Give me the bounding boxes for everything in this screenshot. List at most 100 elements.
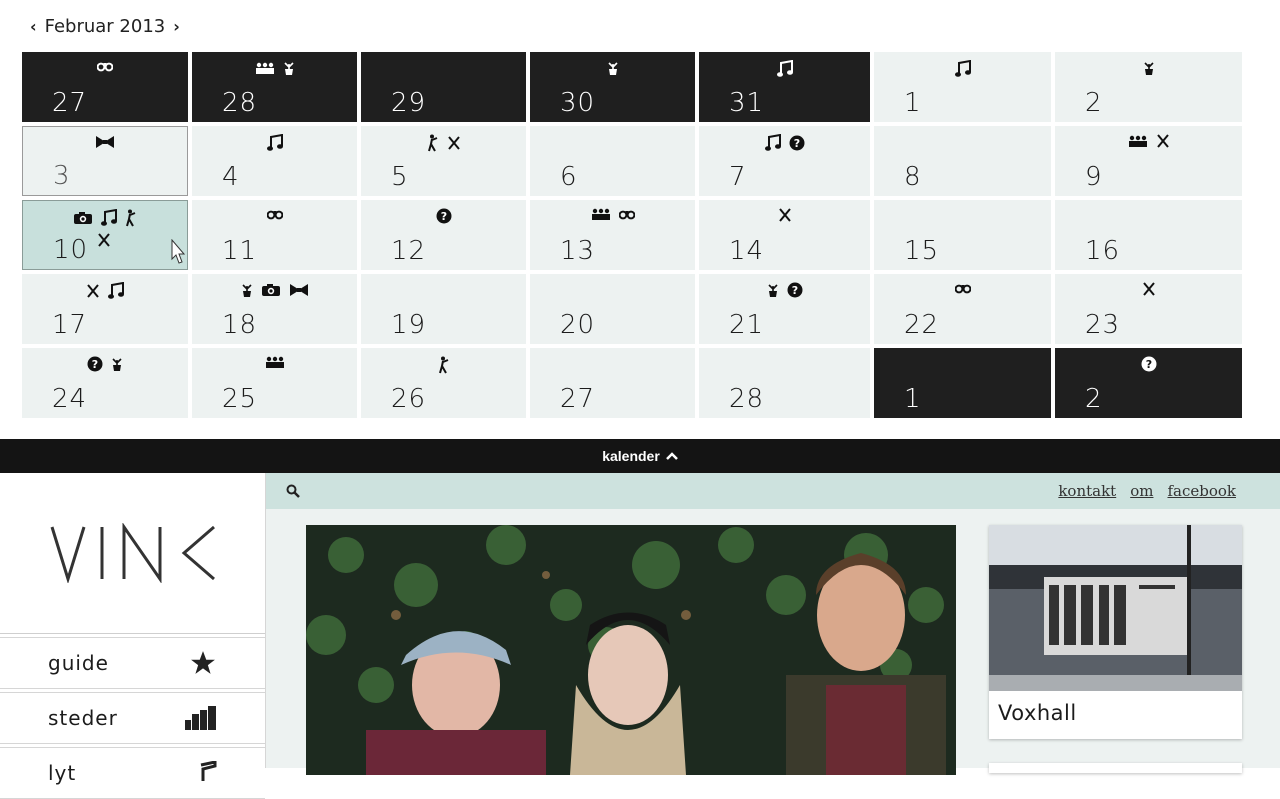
nav-lyt[interactable]: lyt (0, 747, 265, 799)
day-number: 28 (222, 88, 258, 118)
day-number: 3 (53, 161, 71, 191)
svg-text:?: ? (791, 284, 797, 297)
audience-icon (265, 356, 285, 368)
calendar-day[interactable]: 22 (874, 274, 1051, 344)
calendar-day[interactable]: 26 (361, 348, 526, 418)
day-event-icons (874, 60, 1051, 78)
calendar-day[interactable]: 6 (530, 126, 695, 196)
dancer-icon (427, 134, 439, 152)
calendar-day[interactable]: ? 21 (699, 274, 870, 344)
calendar-week: 17 18 19 20? 21 22 23 (22, 274, 1242, 344)
nav-steder[interactable]: steder (0, 692, 265, 744)
day-event-icons (22, 60, 188, 72)
calendar-day[interactable]: 1 (874, 348, 1051, 418)
calendar-day[interactable]: 28 (192, 52, 357, 122)
calendar-day[interactable]: 25 (192, 348, 357, 418)
question-icon: ? (87, 356, 103, 372)
calendar-day[interactable]: 14 (699, 200, 870, 270)
music-note-icon (200, 761, 217, 781)
search-icon[interactable] (286, 484, 300, 498)
day-event-icons (192, 356, 357, 368)
calendar-day[interactable]: ? 2 (1055, 348, 1242, 418)
day-event-icons (192, 208, 357, 220)
hero-image[interactable] (306, 525, 956, 775)
nav-guide-label: guide (48, 651, 109, 675)
day-event-icons (1055, 134, 1242, 148)
day-event-icons (530, 60, 695, 76)
venue-image (989, 525, 1242, 691)
calendar-day[interactable]: 5 (361, 126, 526, 196)
calendar-day[interactable]: 11 (192, 200, 357, 270)
day-number: 23 (1085, 310, 1121, 340)
calendar-day[interactable]: 27 (530, 348, 695, 418)
calendar-day[interactable]: 31 (699, 52, 870, 122)
dancer-icon (438, 356, 450, 374)
venue-photo (989, 525, 1242, 691)
day-event-icons (1055, 60, 1242, 76)
day-number: 5 (391, 162, 409, 192)
calendar-day[interactable]: 10 (22, 200, 188, 270)
calendar-day[interactable]: 8 (874, 126, 1051, 196)
star-icon (191, 651, 215, 674)
day-event-icons (530, 208, 695, 220)
day-number: 31 (729, 88, 765, 118)
camera-icon (261, 282, 281, 298)
calendar-grid: 27 28 29 30 31 1 2 3 4 5 6? 7 8 9 10 11? 12 13 14 15 16 17 18 1… (22, 52, 1242, 422)
calendar-day[interactable]: 3 (22, 126, 188, 196)
calendar-day[interactable]: 2 (1055, 52, 1242, 122)
calendar-day[interactable]: 15 (874, 200, 1051, 270)
link-om[interactable]: om (1130, 482, 1153, 500)
nav-guide[interactable]: guide (0, 637, 265, 689)
day-number: 27 (560, 384, 596, 414)
venue-card[interactable]: Voxhall (989, 525, 1242, 739)
calendar-day[interactable]: 23 (1055, 274, 1242, 344)
calendar-day[interactable]: ? 7 (699, 126, 870, 196)
calendar-day[interactable]: 27 (22, 52, 188, 122)
calendar-day[interactable]: 13 (530, 200, 695, 270)
calendar-day[interactable]: 18 (192, 274, 357, 344)
binoculars-icon (618, 208, 635, 220)
calendar-day[interactable]: 9 (1055, 126, 1242, 196)
calendar-day[interactable]: ? 24 (22, 348, 188, 418)
calendar-week: 10 11 ? 12 13 14 15 16 (22, 200, 1242, 270)
calendar-day[interactable]: 1 (874, 52, 1051, 122)
nav-steder-label: steder (48, 706, 118, 730)
calendar-day[interactable]: ? 12 (361, 200, 526, 270)
top-links: kontakt om facebook (1058, 482, 1236, 500)
band-photo (306, 525, 956, 775)
audience-icon (1128, 134, 1148, 148)
prev-month-button[interactable]: ‹ (28, 17, 39, 36)
day-event-icons (192, 282, 357, 298)
music-note-icon (101, 209, 117, 227)
svg-text:?: ? (793, 137, 799, 150)
bowtie-icon (95, 135, 115, 149)
cutlery-icon (86, 282, 100, 300)
kalender-toggle[interactable]: kalender (0, 439, 1280, 473)
top-bar: kontakt om facebook (266, 473, 1280, 509)
cutlery-icon (97, 233, 111, 247)
music-note-icon (266, 134, 283, 152)
chevron-up-icon (665, 452, 678, 460)
calendar-day[interactable]: 4 (192, 126, 357, 196)
day-number: 22 (904, 310, 940, 340)
calendar-day[interactable]: 20 (530, 274, 695, 344)
calendar-day[interactable]: 19 (361, 274, 526, 344)
day-number: 15 (904, 236, 940, 266)
next-month-button[interactable]: › (171, 17, 182, 36)
day-event-icons (361, 356, 526, 374)
calendar-day[interactable]: 16 (1055, 200, 1242, 270)
day-number: 1 (904, 88, 922, 118)
day-number: 11 (222, 236, 258, 266)
link-kontakt[interactable]: kontakt (1058, 482, 1116, 500)
calendar-day[interactable]: 28 (699, 348, 870, 418)
calendar-day[interactable]: 17 (22, 274, 188, 344)
day-event-icons (192, 60, 357, 76)
calendar-day[interactable]: 30 (530, 52, 695, 122)
calendar-day[interactable]: 29 (361, 52, 526, 122)
link-facebook[interactable]: facebook (1167, 482, 1236, 500)
logo[interactable] (0, 473, 265, 634)
venue-card-2[interactable] (989, 763, 1242, 773)
day-event-icons (699, 60, 870, 78)
day-event-icons: ? (699, 134, 870, 152)
day-event-icons (192, 134, 357, 152)
